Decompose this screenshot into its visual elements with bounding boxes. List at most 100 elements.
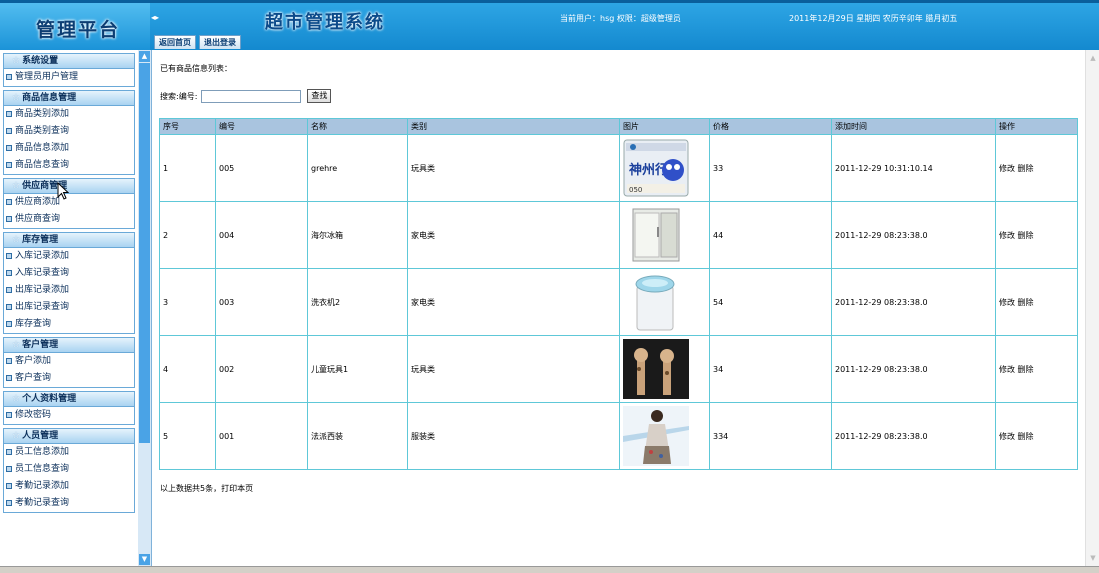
sidebar-toggle-icon[interactable]: ◂▸: [151, 13, 159, 22]
sidebar-menu-item[interactable]: 客户查询: [4, 370, 134, 387]
scroll-up-icon[interactable]: ▲: [139, 51, 150, 62]
sidebar-menu-item-label: 商品类别查询: [15, 126, 70, 136]
delete-link[interactable]: 删除: [1018, 298, 1034, 307]
edit-link[interactable]: 修改: [999, 365, 1015, 374]
sidebar-menu-item[interactable]: 考勤记录查询: [4, 495, 134, 512]
search-label: 搜索:编号:: [160, 91, 198, 101]
sidebar-menu-item[interactable]: 管理员用户管理: [4, 69, 134, 86]
cell-price: 54: [709, 268, 832, 336]
delete-link[interactable]: 删除: [1018, 432, 1034, 441]
cell-code: 002: [215, 335, 308, 403]
cell-code: 001: [215, 402, 308, 470]
cell-name: 洗衣机2: [307, 268, 408, 336]
bullet-icon: [6, 483, 12, 489]
sidebar-menu-item[interactable]: 库存查询: [4, 316, 134, 333]
cell-time: 2011-12-29 08:23:38.0: [831, 268, 996, 336]
sidebar-menu-item[interactable]: 出库记录查询: [4, 299, 134, 316]
sidebar-menu-item[interactable]: 修改密码: [4, 407, 134, 424]
search-code-input[interactable]: [201, 89, 302, 103]
sidebar-menu-item-label: 员工信息查询: [15, 464, 70, 474]
cell-image: [619, 268, 710, 336]
scroll-thumb[interactable]: [139, 63, 150, 443]
menu-group-header[interactable]: ☆ 商品信息管理: [4, 91, 134, 106]
sidebar-menu-item[interactable]: 商品信息添加: [4, 140, 134, 157]
refrigerator-image: [623, 205, 709, 265]
header-nav: 返回首页 退出登录: [154, 35, 241, 49]
cell-image: [619, 201, 710, 269]
menu-group-header[interactable]: ☆ 人员管理: [4, 429, 134, 444]
col-name: 名称: [307, 118, 408, 135]
menu-group-header[interactable]: ☆ 客户管理: [4, 338, 134, 353]
delete-link[interactable]: 删除: [1018, 164, 1034, 173]
sidebar-scrollbar[interactable]: ▲ ▼: [138, 50, 151, 566]
sidebar-menu-item-label: 出库记录查询: [15, 302, 70, 312]
col-category: 类别: [407, 118, 620, 135]
sidebar-menu-item[interactable]: 员工信息添加: [4, 444, 134, 461]
scroll-down-icon[interactable]: ▼: [139, 554, 150, 565]
cell-category: 玩具类: [407, 335, 620, 403]
edit-link[interactable]: 修改: [999, 231, 1015, 240]
star-icon: ☆: [12, 93, 21, 103]
col-seq: 序号: [159, 118, 216, 135]
main-scrollbar[interactable]: ▲ ▼: [1085, 50, 1099, 566]
menu-group-title: 个人资料管理: [22, 394, 77, 404]
sidebar-menu-item[interactable]: 员工信息查询: [4, 461, 134, 478]
sidebar-menu-item-label: 商品信息添加: [15, 143, 70, 153]
sidebar-menu-item[interactable]: 客户添加: [4, 353, 134, 370]
menu-group-header[interactable]: ☆ 供应商管理: [4, 179, 134, 194]
washing-machine-image: [623, 272, 709, 332]
logout-button[interactable]: 退出登录: [199, 35, 241, 49]
cell-seq: 1: [159, 134, 216, 202]
scroll-up-icon[interactable]: ▲: [1088, 53, 1098, 63]
sidebar-menu-item[interactable]: 供应商添加: [4, 194, 134, 211]
bullet-icon: [6, 412, 12, 418]
back-home-button[interactable]: 返回首页: [154, 35, 196, 49]
menu-group: ☆ 供应商管理 供应商添加 供应商查询: [3, 178, 135, 229]
menu-group-title: 商品信息管理: [22, 93, 77, 103]
bullet-icon: [6, 253, 12, 259]
bullet-icon: [6, 145, 12, 151]
sidebar-menu-item-label: 入库记录查询: [15, 268, 70, 278]
sidebar-menu-item[interactable]: 商品信息查询: [4, 157, 134, 174]
bullet-icon: [6, 449, 12, 455]
cell-time: 2011-12-29 08:23:38.0: [831, 335, 996, 403]
main-content: 已有商品信息列表： 搜索:编号: 查找 序号 编号 名称 类别 图片 价格 添加…: [153, 50, 1085, 566]
delete-link[interactable]: 删除: [1018, 365, 1034, 374]
sidebar-menu-item[interactable]: 供应商查询: [4, 211, 134, 228]
menu-group-header[interactable]: ☆ 系统设置: [4, 54, 134, 69]
edit-link[interactable]: 修改: [999, 432, 1015, 441]
cell-time: 2011-12-29 10:31:10.14: [831, 134, 996, 202]
sidebar-menu-item[interactable]: 考勤记录添加: [4, 478, 134, 495]
sidebar-menu-item-label: 修改密码: [15, 410, 52, 420]
star-icon: ☆: [12, 394, 21, 404]
search-button[interactable]: 查找: [307, 89, 332, 103]
menu-group-header[interactable]: ☆ 个人资料管理: [4, 392, 134, 407]
cell-actions: 修改 删除: [995, 335, 1078, 403]
sidebar-menu-item[interactable]: 入库记录添加: [4, 248, 134, 265]
sidebar-menu-item[interactable]: 入库记录查询: [4, 265, 134, 282]
scroll-down-icon[interactable]: ▼: [1088, 553, 1098, 563]
sidebar-menu-item[interactable]: 商品类别添加: [4, 106, 134, 123]
cell-price: 334: [709, 402, 832, 470]
bullet-icon: [6, 111, 12, 117]
sidebar-menu-item[interactable]: 商品类别查询: [4, 123, 134, 140]
menu-group: ☆ 个人资料管理修改密码: [3, 391, 135, 425]
sidebar-menu-item-label: 考勤记录查询: [15, 498, 70, 508]
sidebar-menu-item-label: 管理员用户管理: [15, 72, 79, 82]
cell-code: 005: [215, 134, 308, 202]
menu-group-header[interactable]: ☆ 库存管理: [4, 233, 134, 248]
edit-link[interactable]: 修改: [999, 164, 1015, 173]
window-top-strip: [0, 0, 1099, 3]
table-body: 1 005 grehre 玩具类 神州行 050 33 2011-12-29 10:31:10…: [159, 134, 1078, 470]
cell-name: 海尔冰箱: [307, 201, 408, 269]
header-bar: 管理平台 ◂▸ 超市管理系统 当前用户：hsg 权限：超级管理员 2011年12…: [0, 0, 1099, 50]
menu-group: ☆ 客户管理客户添加客户查询: [3, 337, 135, 388]
sidebar-menu-item-label: 客户添加: [15, 356, 52, 366]
edit-link[interactable]: 修改: [999, 298, 1015, 307]
cell-actions: 修改 删除: [995, 402, 1078, 470]
col-price: 价格: [709, 118, 832, 135]
delete-link[interactable]: 删除: [1018, 231, 1034, 240]
sidebar-menu-item[interactable]: 出库记录添加: [4, 282, 134, 299]
bullet-icon: [6, 287, 12, 293]
cell-image: [619, 335, 710, 403]
